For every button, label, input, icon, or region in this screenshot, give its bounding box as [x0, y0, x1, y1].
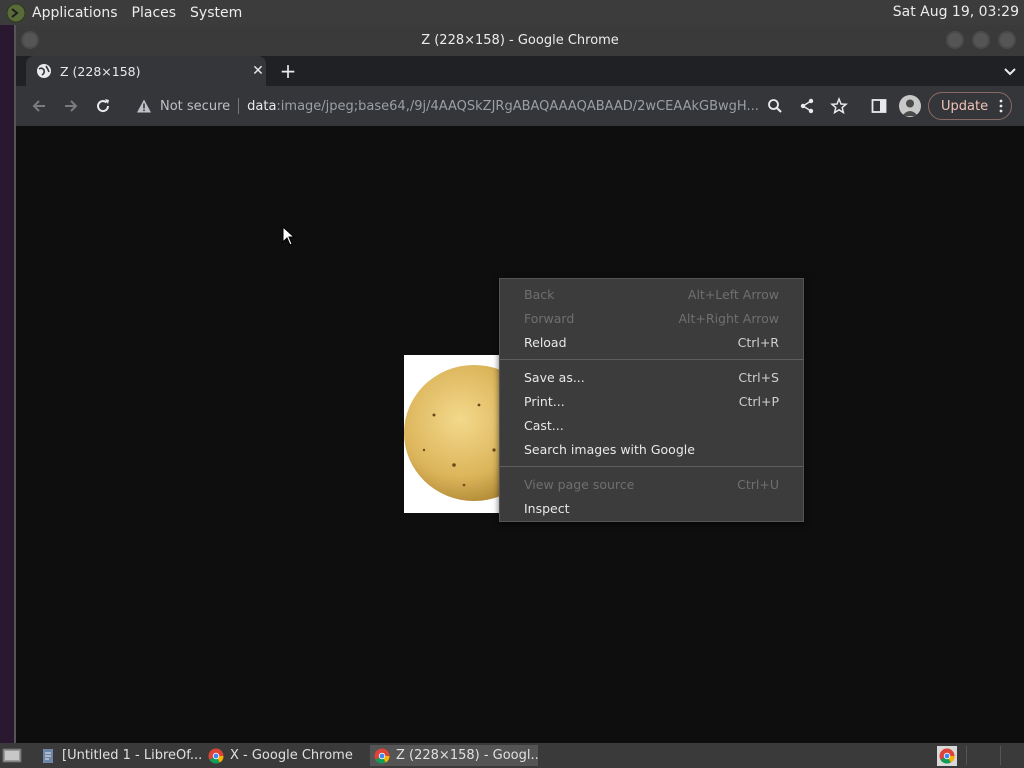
- show-desktop-icon[interactable]: [2, 747, 22, 764]
- omnibox-divider: [238, 98, 240, 114]
- menu-item-label: Inspect: [524, 500, 570, 516]
- update-label: Update: [941, 98, 989, 114]
- tab-strip: Z (228×158) ✕ +: [16, 56, 1024, 86]
- menu-item-label: Cast...: [524, 417, 564, 433]
- profile-avatar-icon[interactable]: [899, 95, 921, 117]
- tab-title: Z (228×158): [60, 63, 141, 79]
- minimize-button[interactable]: [946, 31, 964, 49]
- taskbar-item-label: X - Google Chrome: [230, 748, 353, 763]
- taskbar-divider: [966, 746, 967, 765]
- menu-item-shortcut: Ctrl+U: [737, 476, 779, 492]
- menu-item-view-page-source: View page source Ctrl+U: [500, 472, 803, 496]
- browser-toolbar: Not secure data:image/jpeg;base64,/9j/4A…: [16, 86, 1024, 126]
- menu-item-save-as[interactable]: Save as... Ctrl+S: [500, 365, 803, 389]
- taskbar-divider: [1000, 746, 1001, 765]
- zoom-search-icon[interactable]: [766, 97, 784, 115]
- url-scheme: data: [247, 98, 277, 114]
- menu-item-shortcut: Ctrl+P: [738, 393, 779, 409]
- menu-separator: [500, 466, 803, 467]
- menu-item-forward: Forward Alt+Right Arrow: [500, 306, 803, 330]
- warning-triangle-icon[interactable]: [136, 98, 152, 114]
- menu-item-shortcut: Ctrl+R: [737, 334, 779, 350]
- chevron-down-icon[interactable]: [1002, 63, 1018, 79]
- window-title: Z (228×158) - Google Chrome: [421, 33, 619, 48]
- address-bar[interactable]: Not secure data:image/jpeg;base64,/9j/4A…: [130, 91, 790, 121]
- new-tab-button[interactable]: +: [278, 61, 298, 81]
- menu-item-reload[interactable]: Reload Ctrl+R: [500, 330, 803, 354]
- context-menu: Back Alt+Left Arrow Forward Alt+Right Arrow…: [499, 278, 804, 522]
- taskbar-item-label: [Untitled 1 - LibreOf...: [62, 748, 202, 763]
- update-button[interactable]: Update: [928, 92, 1012, 120]
- reload-icon[interactable]: [94, 97, 112, 115]
- close-window-button[interactable]: [998, 31, 1016, 49]
- menu-separator: [500, 359, 803, 360]
- share-icon[interactable]: [798, 97, 816, 115]
- side-panel-icon[interactable]: [870, 97, 888, 115]
- tab-close-icon[interactable]: ✕: [250, 63, 266, 79]
- taskbar-item-chrome-z[interactable]: Z (228×158) - Googl...: [370, 745, 538, 766]
- back-arrow-icon[interactable]: [30, 97, 48, 115]
- menu-item-label: Print...: [524, 393, 565, 409]
- taskbar-item-chrome-x[interactable]: X - Google Chrome: [204, 745, 364, 766]
- chrome-tray-icon[interactable]: [937, 746, 957, 766]
- system-menu[interactable]: System: [190, 5, 242, 21]
- globe-icon: [37, 64, 51, 78]
- distro-logo-icon[interactable]: [6, 3, 26, 23]
- taskbar-item-label: Z (228×158) - Googl...: [396, 748, 538, 763]
- top-panel: Applications Places System Sat Aug 19, 0…: [0, 0, 1024, 25]
- bottom-taskbar: [Untitled 1 - LibreOf... X - Google Chro…: [0, 743, 1024, 768]
- menu-item-label: View page source: [524, 476, 635, 492]
- menu-item-label: Forward: [524, 310, 575, 326]
- menu-item-shortcut: Alt+Left Arrow: [687, 286, 779, 302]
- url-text[interactable]: data:image/jpeg;base64,/9j/4AAQSkZJRgABA…: [247, 99, 767, 114]
- desktop-background: [0, 25, 14, 743]
- chrome-icon: [374, 748, 390, 764]
- menu-item-search-images-with-google[interactable]: Search images with Google: [500, 437, 803, 461]
- applications-menu[interactable]: Applications: [32, 5, 118, 21]
- taskbar-item-libreoffice[interactable]: [Untitled 1 - LibreOf...: [36, 745, 202, 766]
- more-vert-icon[interactable]: [999, 98, 1003, 114]
- menu-item-shortcut: Ctrl+S: [738, 369, 779, 385]
- tab-current[interactable]: Z (228×158) ✕: [26, 56, 266, 86]
- menu-item-inspect[interactable]: Inspect: [500, 496, 803, 520]
- forward-arrow-icon[interactable]: [62, 97, 80, 115]
- person-icon: [902, 99, 918, 116]
- menu-item-back: Back Alt+Left Arrow: [500, 282, 803, 306]
- menu-item-label: Reload: [524, 334, 567, 350]
- places-menu[interactable]: Places: [132, 5, 177, 21]
- maximize-button[interactable]: [972, 31, 990, 49]
- menu-item-label: Search images with Google: [524, 441, 695, 457]
- clock[interactable]: Sat Aug 19, 03:29: [893, 4, 1019, 20]
- menu-item-print[interactable]: Print... Ctrl+P: [500, 389, 803, 413]
- menu-item-label: Back: [524, 286, 555, 302]
- menu-item-label: Save as...: [524, 369, 585, 385]
- url-path: :image/jpeg;base64,/9j/4AAQSkZJRgABAQAAA…: [276, 98, 759, 114]
- mouse-pointer-icon: [282, 226, 296, 246]
- chrome-icon: [208, 748, 224, 764]
- document-icon: [43, 748, 53, 763]
- bookmark-star-icon[interactable]: [830, 97, 848, 115]
- window-titlebar[interactable]: Z (228×158) - Google Chrome: [16, 25, 1024, 56]
- not-secure-label[interactable]: Not secure: [160, 99, 230, 114]
- menu-item-cast[interactable]: Cast...: [500, 413, 803, 437]
- menu-item-shortcut: Alt+Right Arrow: [678, 310, 780, 326]
